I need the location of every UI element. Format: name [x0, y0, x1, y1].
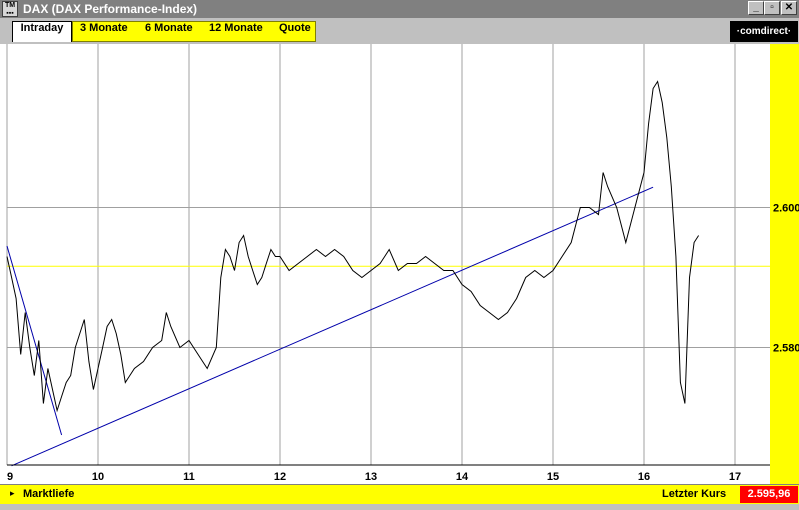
comdirect-logo: ·comdirect·: [730, 21, 798, 42]
close-button[interactable]: ✕: [781, 1, 797, 15]
trend-line-0: [11, 186, 654, 467]
last-price-value: 2.595,96: [740, 486, 798, 503]
x-tick-label-16: 16: [638, 471, 650, 483]
title-bar: TM ▪▪▪ DAX (DAX Performance-Index) _ ▫ ✕: [0, 0, 799, 18]
x-tick-label-13: 13: [365, 471, 377, 483]
x-tick-label-14: 14: [456, 471, 469, 483]
maximize-button[interactable]: ▫: [764, 1, 780, 15]
x-tick-label-10: 10: [92, 471, 104, 483]
period-tabs: 3 Monate 6 Monate 12 Monate Quote: [72, 21, 316, 42]
tab-3-monate[interactable]: 3 Monate: [80, 22, 128, 34]
x-tick-label-9: 9: [7, 471, 13, 483]
x-tick-label-17: 17: [729, 471, 741, 483]
tab-bar: Intraday 3 Monate 6 Monate 12 Monate Quo…: [0, 18, 799, 44]
intraday-chart: 9 10 11 12 13 14 15 16 17 2.580 2.600: [6, 44, 799, 483]
tab-12-monate[interactable]: 12 Monate: [209, 22, 263, 34]
last-price-label: Letzter Kurs: [662, 488, 727, 500]
window-title: DAX (DAX Performance-Index): [23, 2, 198, 16]
tab-intraday[interactable]: Intraday: [12, 21, 72, 42]
minimize-button[interactable]: _: [748, 1, 764, 15]
y-tick-label-2.600: 2.600: [773, 203, 799, 215]
expand-arrow-icon[interactable]: ▸: [10, 488, 15, 499]
app-icon[interactable]: TM ▪▪▪: [2, 1, 18, 17]
market-depth-link[interactable]: Marktliefe: [23, 488, 74, 500]
x-tick-label-15: 15: [547, 471, 559, 483]
bottom-strip: [0, 504, 799, 510]
chart-area: 9 10 11 12 13 14 15 16 17 2.580 2.600: [0, 44, 799, 484]
status-bar: ▸ Marktliefe Letzter Kurs 2.595,96: [0, 484, 799, 504]
trend-line-1: [6, 245, 63, 436]
tab-6-monate[interactable]: 6 Monate: [145, 22, 193, 34]
tab-quote[interactable]: Quote: [279, 22, 311, 34]
app-icon-mark: ▪▪▪: [6, 10, 14, 17]
price-series-line: [6, 80, 700, 413]
app-icon-label: TM: [4, 2, 16, 9]
y-tick-label-2.580: 2.580: [773, 343, 799, 355]
x-tick-label-12: 12: [274, 471, 286, 483]
x-tick-label-11: 11: [183, 471, 195, 483]
